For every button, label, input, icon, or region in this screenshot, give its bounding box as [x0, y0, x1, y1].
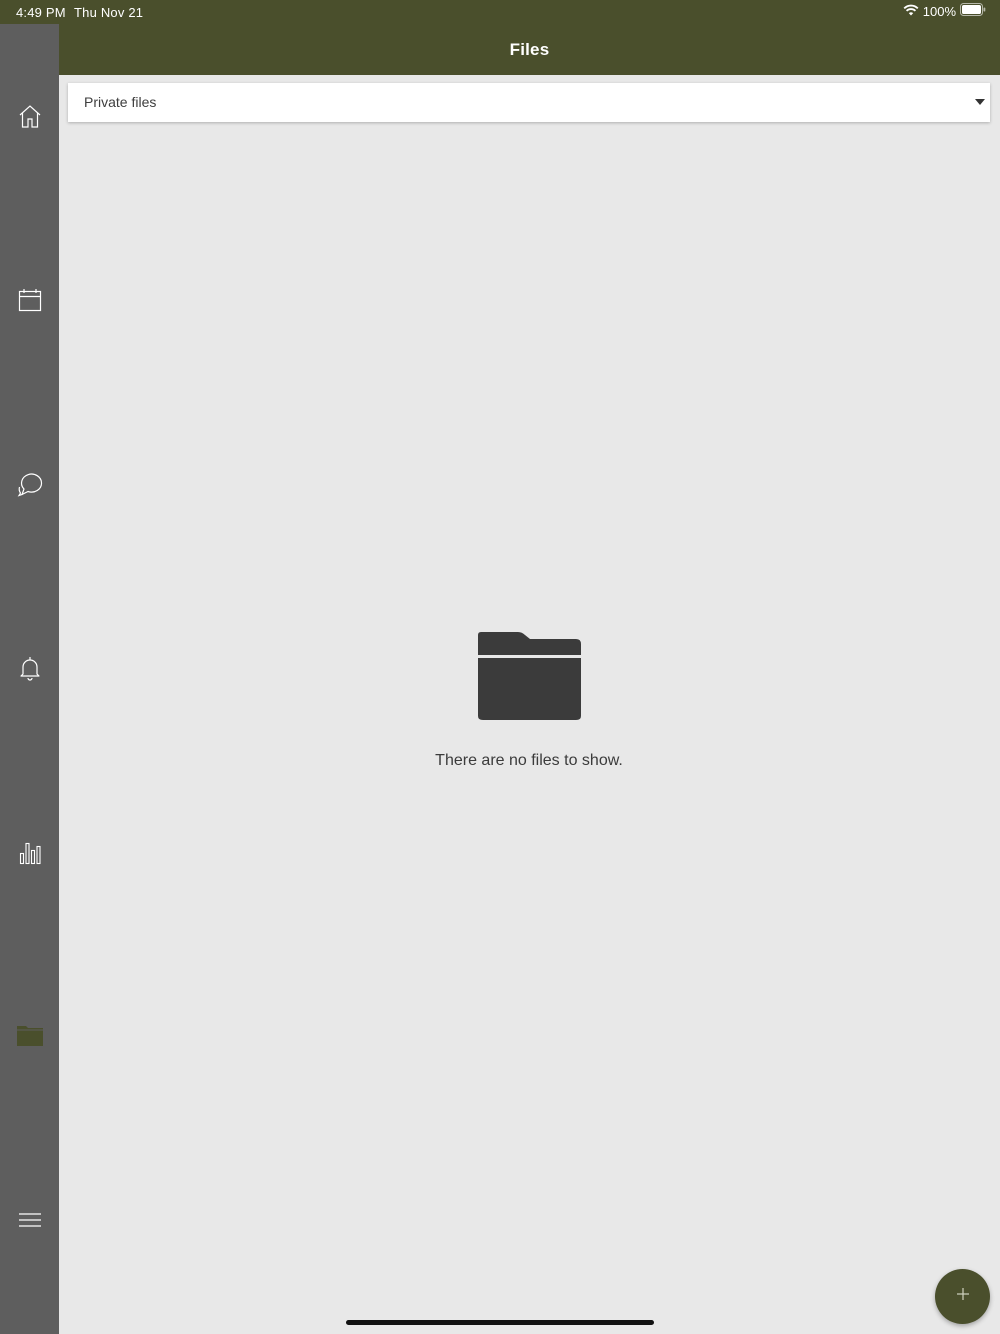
status-time: 4:49 PM [16, 5, 66, 20]
status-date: Thu Nov 21 [74, 5, 144, 20]
battery-icon [960, 3, 986, 19]
bell-icon [17, 655, 43, 686]
add-file-button[interactable] [935, 1269, 990, 1324]
wifi-icon [903, 4, 919, 19]
status-bar: 4:49 PM Thu Nov 21 100% [0, 0, 1000, 24]
chevron-down-icon [975, 99, 985, 105]
bar-chart-icon [17, 839, 43, 870]
plus-icon [955, 1286, 971, 1307]
app-header: Files [59, 24, 1000, 75]
sidebar-item-files[interactable] [0, 1008, 59, 1068]
chat-icon [16, 470, 44, 503]
status-indicators: 100% [903, 3, 986, 19]
file-scope-select[interactable]: Private files [68, 83, 990, 122]
sidebar-item-home[interactable] [0, 88, 59, 148]
sidebar-item-calendar[interactable] [0, 272, 59, 332]
sidebar-item-reports[interactable] [0, 824, 59, 884]
folder-icon [16, 1024, 44, 1053]
home-icon [17, 103, 43, 134]
sidebar-item-notifications[interactable] [0, 640, 59, 700]
battery-percent: 100% [922, 3, 956, 19]
file-scope-select-value: Private files [84, 94, 157, 110]
menu-icon [17, 1210, 43, 1235]
home-indicator[interactable] [346, 1320, 654, 1325]
folder-icon [477, 631, 582, 721]
sidebar-item-chat[interactable] [0, 456, 59, 516]
sidebar-item-menu[interactable] [0, 1192, 59, 1252]
app-root: 4:49 PM Thu Nov 21 100% Files Private fi… [0, 0, 1000, 1334]
calendar-icon [17, 287, 43, 318]
sidebar [0, 24, 59, 1334]
page-title: Files [509, 39, 550, 59]
empty-state-message: There are no files to show. [435, 752, 623, 769]
